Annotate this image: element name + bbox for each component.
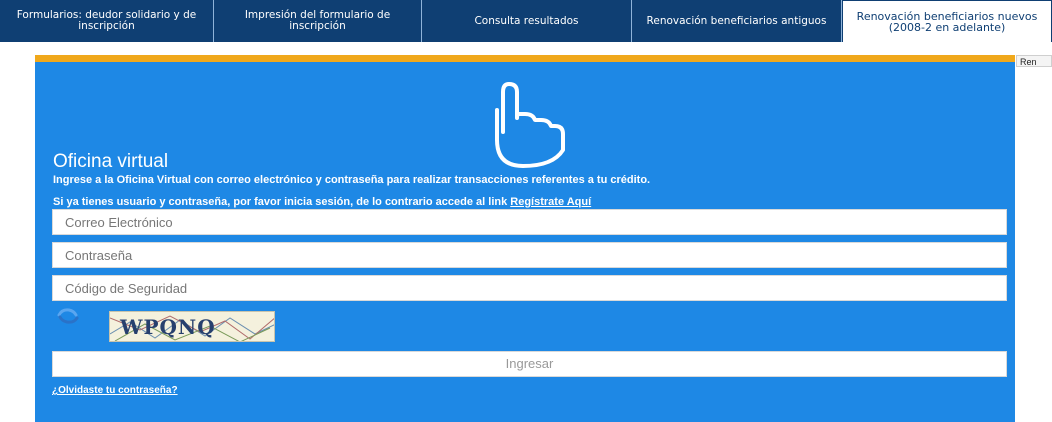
top-navigation: Formularios: deudor solidario y de inscr… xyxy=(0,0,1052,42)
refresh-icon[interactable] xyxy=(56,307,80,325)
side-tab-label[interactable]: Ren xyxy=(1016,55,1052,67)
login-prompt-text: Si ya tienes usuario y contraseña, por f… xyxy=(53,196,508,208)
ingresar-button[interactable]: Ingresar xyxy=(52,351,1007,377)
register-link[interactable]: Regístrate Aquí xyxy=(510,196,591,208)
email-field[interactable] xyxy=(52,209,1007,235)
tab-formularios-deudor[interactable]: Formularios: deudor solidario y de inscr… xyxy=(0,0,214,42)
login-panel: Oficina virtual Ingrese a la Oficina Vir… xyxy=(35,55,1015,422)
pointing-hand-icon xyxy=(495,82,565,168)
captcha-image: WPQNQ xyxy=(109,311,275,342)
captcha-text: WPQNQ xyxy=(120,315,216,339)
forgot-password-link[interactable]: ¿Olvidaste tu contraseña? xyxy=(52,385,178,396)
login-prompt: Si ya tienes usuario y contraseña, por f… xyxy=(53,196,591,208)
security-code-field[interactable] xyxy=(52,275,1007,301)
panel-top-border xyxy=(35,55,1015,62)
password-field[interactable] xyxy=(52,242,1007,268)
tab-consulta-resultados[interactable]: Consulta resultados xyxy=(422,0,632,42)
tab-renovacion-nuevos[interactable]: Renovación beneficiarios nuevos (2008-2 … xyxy=(842,0,1052,42)
login-description: Ingrese a la Oficina Virtual con correo … xyxy=(53,174,651,186)
tab-renovacion-antiguos[interactable]: Renovación beneficiarios antiguos xyxy=(632,0,842,42)
tab-impresion-formulario[interactable]: Impresión del formulario de inscripción xyxy=(214,0,422,42)
page-title: Oficina virtual xyxy=(53,151,169,172)
